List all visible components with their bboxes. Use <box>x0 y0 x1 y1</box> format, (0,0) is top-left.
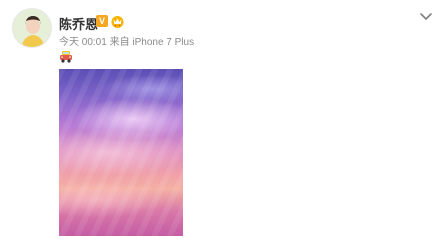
source-prefix: 来自 <box>109 37 130 48</box>
post-photo[interactable] <box>59 69 183 236</box>
post-meta: 今天 00:01 来自 iPhone 7 Plus <box>59 33 194 48</box>
avatar-portrait-icon <box>13 9 51 47</box>
verified-badge-icon: V <box>96 15 108 27</box>
post-time[interactable]: 今天 00:01 <box>59 37 107 48</box>
weibo-post: 陈乔恩 V 今天 00:01 来自 iPhone 7 Plus <box>0 0 447 240</box>
avatar[interactable] <box>12 8 52 48</box>
sun-rays <box>59 69 183 236</box>
chevron-down-icon[interactable] <box>419 12 433 22</box>
device-source[interactable]: iPhone 7 Plus <box>132 37 194 48</box>
vip-crown-icon[interactable] <box>110 14 125 28</box>
username[interactable]: 陈乔恩 <box>59 14 98 33</box>
car-emoji-icon <box>60 51 72 63</box>
